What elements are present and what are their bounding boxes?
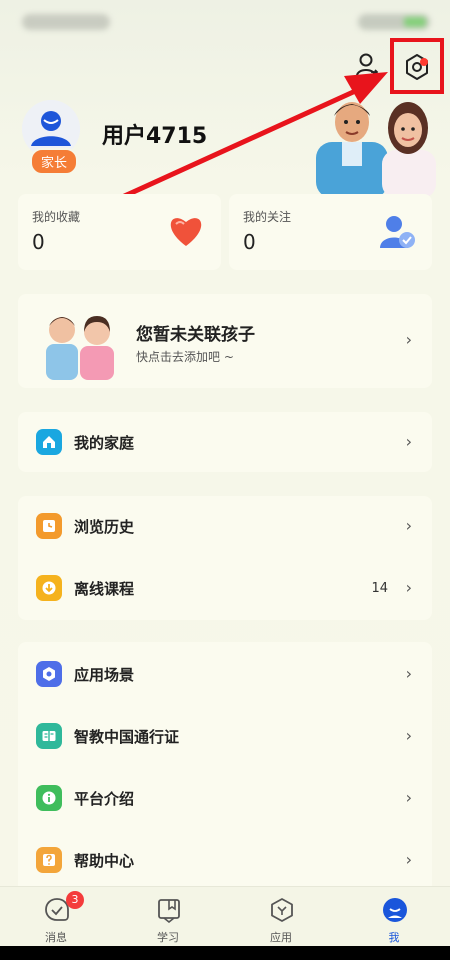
offline-course-count: 14 bbox=[371, 580, 388, 596]
menu-item-offline-label: 离线课程 bbox=[74, 579, 135, 598]
chevron-right-icon: › bbox=[405, 664, 412, 683]
download-icon bbox=[36, 575, 62, 601]
menu-item-passport[interactable]: 智教中国通行证 › bbox=[18, 706, 432, 766]
favorites-card[interactable]: 我的收藏 0 bbox=[18, 194, 221, 270]
menu-item-history-label: 浏览历史 bbox=[74, 517, 135, 536]
tab-me[interactable]: 我 bbox=[338, 887, 450, 947]
menu-item-intro[interactable]: 平台介绍 › bbox=[18, 768, 432, 828]
menu-item-history[interactable]: 浏览历史 › bbox=[18, 496, 432, 556]
menu-item-help-label: 帮助中心 bbox=[74, 851, 135, 870]
menu-item-family-label: 我的家庭 bbox=[74, 433, 135, 452]
book-icon bbox=[156, 897, 182, 924]
following-card[interactable]: 我的关注 0 bbox=[229, 194, 432, 270]
status-bar-carrier bbox=[22, 14, 110, 30]
menu-item-intro-label: 平台介绍 bbox=[74, 789, 135, 808]
history-group: 浏览历史 › 离线课程 14 › bbox=[18, 496, 432, 620]
role-badge: 家长 bbox=[30, 148, 79, 175]
status-bar-battery bbox=[358, 14, 430, 30]
tab-learn[interactable]: 学习 bbox=[112, 887, 224, 947]
me-avatar-icon bbox=[382, 897, 408, 923]
tab-apps-label: 应用 bbox=[270, 931, 292, 944]
apps-hexagon-icon bbox=[269, 897, 295, 923]
child-title: 您暂未关联孩子 bbox=[136, 325, 255, 345]
info-group: 应用场景 › 智教中国通行证 › 平台介绍 › 帮助中心 › bbox=[18, 642, 432, 892]
cube-icon bbox=[36, 661, 62, 687]
menu-item-family[interactable]: 我的家庭 › bbox=[18, 412, 432, 472]
favorites-label: 我的收藏 bbox=[32, 210, 81, 224]
tab-apps[interactable]: 应用 bbox=[225, 887, 337, 947]
parents-illustration bbox=[312, 94, 436, 198]
username: 用户4715 bbox=[102, 124, 208, 149]
chevron-right-icon: › bbox=[405, 850, 412, 869]
chevron-right-icon: › bbox=[405, 726, 412, 745]
chevron-right-icon: › bbox=[405, 432, 412, 451]
home-icon bbox=[36, 429, 62, 455]
switch-user-icon[interactable] bbox=[352, 50, 382, 80]
bottom-tab-bar: 3 消息 学习 应用 我 bbox=[0, 886, 450, 946]
child-subtitle: 快点击去添加吧 ~ bbox=[136, 350, 234, 364]
menu-item-help[interactable]: 帮助中心 › bbox=[18, 830, 432, 890]
chevron-right-icon: › bbox=[405, 516, 412, 535]
profile-header[interactable]: 家长 用户4715 bbox=[18, 100, 318, 180]
favorites-count: 0 bbox=[32, 230, 45, 254]
menu-item-passport-label: 智教中国通行证 bbox=[74, 727, 180, 746]
help-icon bbox=[36, 847, 62, 873]
info-icon bbox=[36, 785, 62, 811]
link-child-card[interactable]: 您暂未关联孩子 快点击去添加吧 ~ › bbox=[18, 294, 432, 388]
chevron-right-icon: › bbox=[405, 330, 412, 349]
status-bar bbox=[0, 0, 450, 40]
menu-item-scenes-label: 应用场景 bbox=[74, 665, 135, 684]
tab-me-label: 我 bbox=[388, 931, 400, 944]
chevron-right-icon: › bbox=[405, 788, 412, 807]
chevron-right-icon: › bbox=[405, 578, 412, 597]
following-label: 我的关注 bbox=[243, 210, 292, 224]
menu-item-offline[interactable]: 离线课程 14 › bbox=[18, 558, 432, 618]
tab-messages-label: 消息 bbox=[45, 931, 67, 944]
heart-icon bbox=[167, 214, 205, 252]
navigation-bar bbox=[0, 946, 450, 960]
following-count: 0 bbox=[243, 230, 256, 254]
unread-badge: 3 bbox=[66, 891, 84, 909]
passport-icon bbox=[36, 723, 62, 749]
family-group: 我的家庭 › bbox=[18, 412, 432, 472]
highlight-box bbox=[390, 38, 444, 94]
follow-user-icon bbox=[378, 214, 416, 254]
tab-learn-label: 学习 bbox=[157, 931, 179, 944]
clock-icon bbox=[36, 513, 62, 539]
children-illustration bbox=[42, 304, 118, 380]
menu-item-scenes[interactable]: 应用场景 › bbox=[18, 644, 432, 704]
tab-messages[interactable]: 3 消息 bbox=[0, 887, 112, 947]
